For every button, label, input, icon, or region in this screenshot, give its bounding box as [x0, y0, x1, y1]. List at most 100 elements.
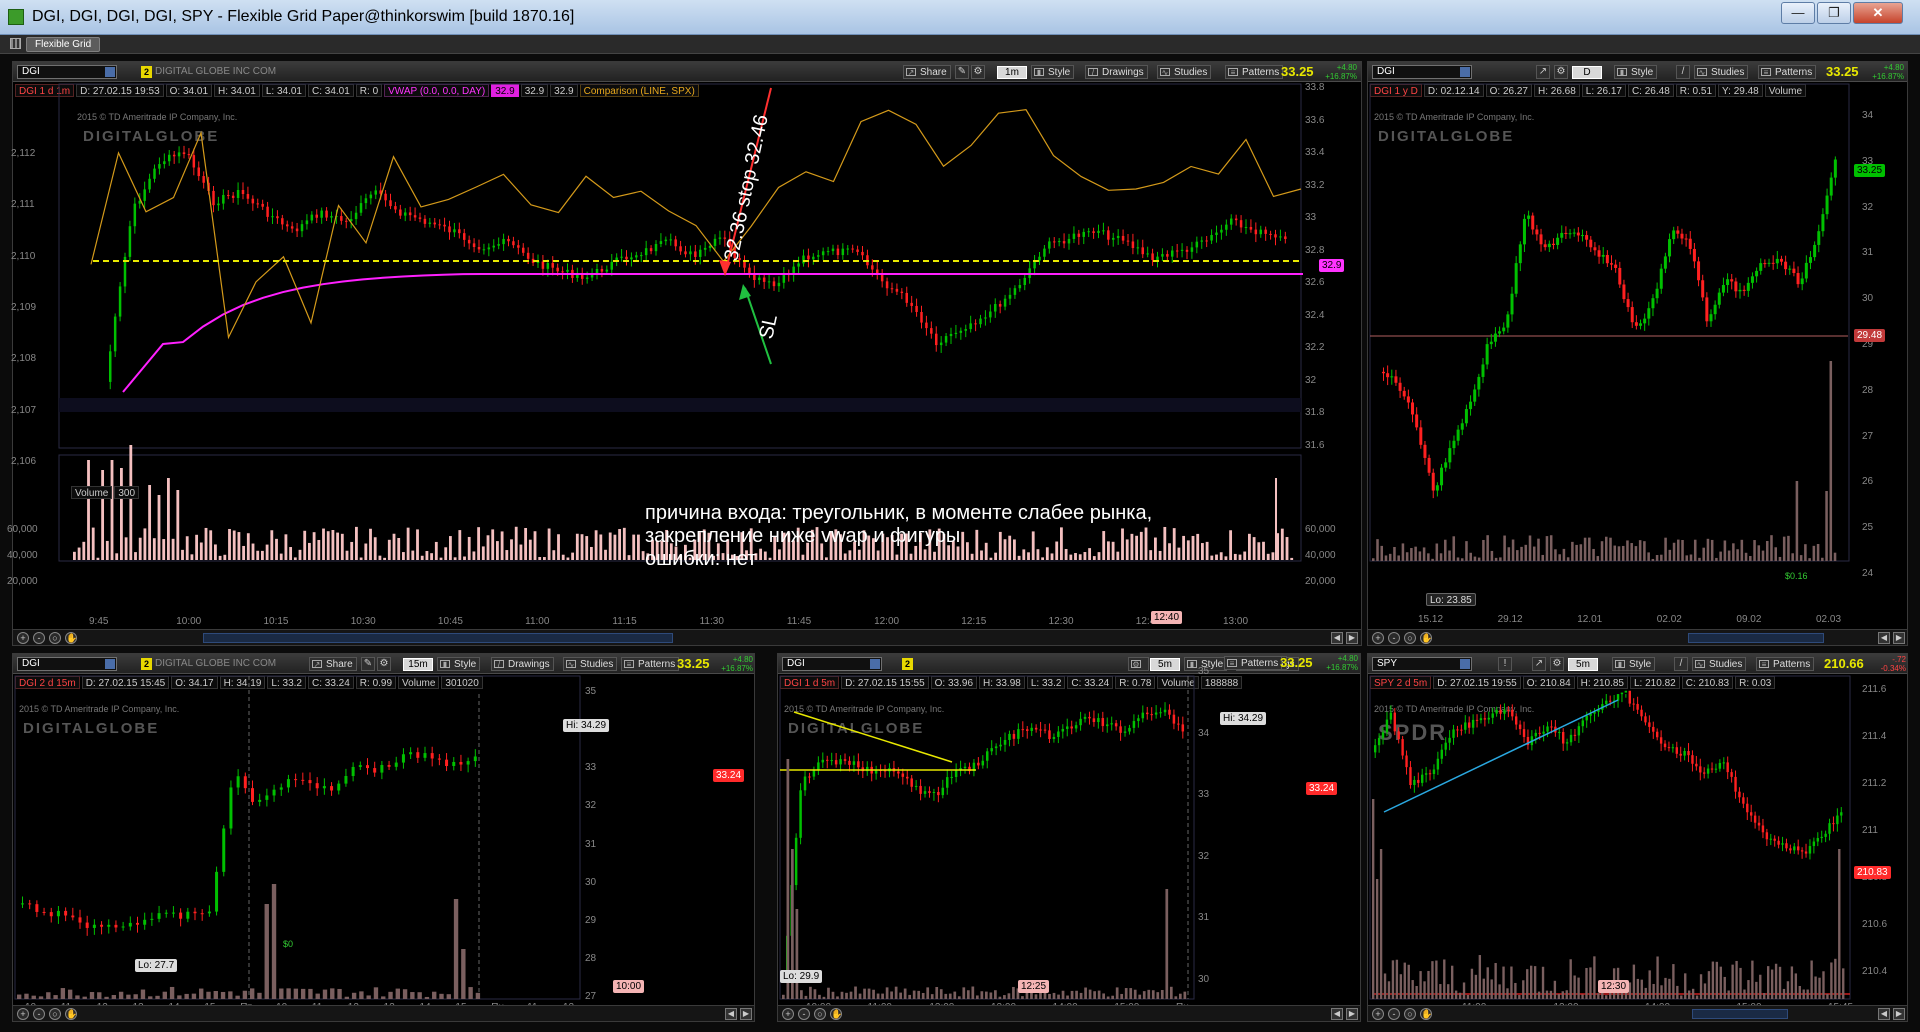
- scroll-right-arrow-icon[interactable]: ▶: [1346, 1008, 1358, 1020]
- candle-body: [92, 924, 96, 928]
- vwap-price-tag: 32.9: [1319, 259, 1345, 272]
- zoom-in-icon[interactable]: +: [1372, 1008, 1384, 1020]
- scroll-left-arrow-icon[interactable]: ◀: [1331, 632, 1343, 644]
- volume-bar: [1664, 977, 1667, 999]
- candle-body: [941, 787, 945, 796]
- axis-label: 2,110: [11, 250, 36, 262]
- candle-body: [1713, 304, 1717, 315]
- candle-body: [1249, 226, 1253, 230]
- candle-body: [502, 238, 505, 245]
- candle-body: [1269, 233, 1272, 235]
- candle-body: [1452, 440, 1456, 449]
- zoom-out-icon[interactable]: -: [33, 632, 45, 644]
- zoom-fit-icon[interactable]: ○: [49, 632, 61, 644]
- scroll-left-arrow-icon[interactable]: ◀: [1878, 632, 1890, 644]
- candle-body: [1254, 229, 1258, 235]
- candle-body: [576, 274, 579, 279]
- candle-body: [851, 248, 854, 250]
- zoom-fit-icon[interactable]: ○: [814, 1008, 826, 1020]
- volume-bar: [1554, 549, 1557, 561]
- axis-label: 60,000: [1305, 524, 1336, 535]
- volume-bar: [162, 991, 167, 999]
- horizontal-scrollbar[interactable]: [203, 633, 673, 643]
- pan-hand-icon[interactable]: ✋: [830, 1008, 842, 1020]
- zoom-out-icon[interactable]: -: [33, 1008, 45, 1020]
- candle-body: [1644, 716, 1647, 723]
- candle-body: [466, 761, 470, 765]
- patterns-button-5m[interactable]: ≡ Patterns: [1224, 656, 1283, 670]
- volume-bar: [944, 993, 948, 999]
- candle-body: [1550, 726, 1553, 728]
- volume-bar: [298, 549, 302, 560]
- close-button[interactable]: ✕: [1853, 2, 1903, 24]
- price-chart-dgi-5m[interactable]: [778, 654, 1362, 1023]
- candle-body: [928, 791, 931, 793]
- candle-body: [871, 265, 874, 270]
- candle-body: [279, 787, 283, 790]
- horizontal-scrollbar[interactable]: [1692, 1009, 1788, 1019]
- volume-bar: [1605, 536, 1608, 561]
- price-chart-dgi-15m[interactable]: [13, 654, 756, 1023]
- zoom-fit-icon[interactable]: ○: [49, 1008, 61, 1020]
- zoom-in-icon[interactable]: +: [17, 632, 29, 644]
- candle-body: [1382, 371, 1385, 374]
- volume-bar: [1706, 538, 1710, 561]
- flexible-grid-tab[interactable]: Flexible Grid: [26, 37, 101, 52]
- scroll-right-arrow-icon[interactable]: ▶: [1893, 1008, 1905, 1020]
- maximize-button[interactable]: ❐: [1817, 2, 1851, 24]
- axis-label: 31: [1198, 912, 1210, 924]
- scroll-left-arrow-icon[interactable]: ◀: [1331, 1008, 1343, 1020]
- candle-body: [1432, 769, 1436, 774]
- zoom-out-icon[interactable]: -: [1388, 1008, 1400, 1020]
- scroll-left-arrow-icon[interactable]: ◀: [1878, 1008, 1890, 1020]
- volume-bar: [1191, 535, 1195, 560]
- candle-body: [337, 783, 341, 791]
- volume-bar: [129, 445, 133, 560]
- candle-body: [399, 209, 402, 216]
- volume-bar: [1097, 990, 1101, 999]
- horizontal-scrollbar[interactable]: [1688, 633, 1824, 643]
- volume-bar: [1280, 528, 1284, 560]
- candle-body: [1706, 768, 1710, 774]
- zoom-out-icon[interactable]: -: [1388, 632, 1400, 644]
- candle-body: [330, 786, 334, 791]
- volume-bar: [1458, 992, 1462, 999]
- zoom-in-icon[interactable]: +: [17, 1008, 29, 1020]
- volume-bar: [939, 989, 943, 999]
- zoom-in-icon[interactable]: +: [782, 1008, 794, 1020]
- zoom-out-icon[interactable]: -: [798, 1008, 810, 1020]
- volume-bar: [1715, 961, 1719, 999]
- pan-hand-icon[interactable]: ✋: [65, 632, 77, 644]
- candle-body: [136, 922, 139, 925]
- price-chart-dgi-daily[interactable]: [1368, 62, 1909, 647]
- candle-body: [1070, 726, 1073, 729]
- pan-hand-icon[interactable]: ✋: [1420, 632, 1432, 644]
- price-chart-spy-5m[interactable]: [1368, 654, 1909, 1023]
- scroll-right-arrow-icon[interactable]: ▶: [740, 1008, 752, 1020]
- candle-body: [1763, 263, 1767, 265]
- volume-bar: [1462, 982, 1466, 999]
- volume-label[interactable]: Volume: [71, 486, 113, 499]
- candle-body: [150, 918, 154, 920]
- zoom-in-icon[interactable]: +: [1372, 632, 1384, 644]
- volume-bar: [894, 986, 898, 999]
- minimize-button[interactable]: —: [1781, 2, 1815, 24]
- zoom-fit-icon[interactable]: ○: [1404, 632, 1416, 644]
- volume-bar: [378, 555, 382, 560]
- candle-body: [1502, 327, 1506, 332]
- candle-body: [939, 342, 943, 346]
- zoom-fit-icon[interactable]: ○: [1404, 1008, 1416, 1020]
- candle-body: [1796, 273, 1800, 285]
- candle-body: [202, 176, 205, 183]
- axis-label: 32.6: [1305, 277, 1325, 289]
- candle-body: [389, 200, 392, 207]
- pan-hand-icon[interactable]: ✋: [1420, 1008, 1432, 1020]
- scroll-right-arrow-icon[interactable]: ▶: [1346, 632, 1358, 644]
- volume-bar: [1593, 956, 1596, 999]
- volume-bar: [1668, 549, 1672, 561]
- scroll-right-arrow-icon[interactable]: ▶: [1893, 632, 1905, 644]
- scroll-left-arrow-icon[interactable]: ◀: [725, 1008, 737, 1020]
- candle-body: [1107, 230, 1110, 240]
- volume-bar: [167, 478, 170, 560]
- pan-hand-icon[interactable]: ✋: [65, 1008, 77, 1020]
